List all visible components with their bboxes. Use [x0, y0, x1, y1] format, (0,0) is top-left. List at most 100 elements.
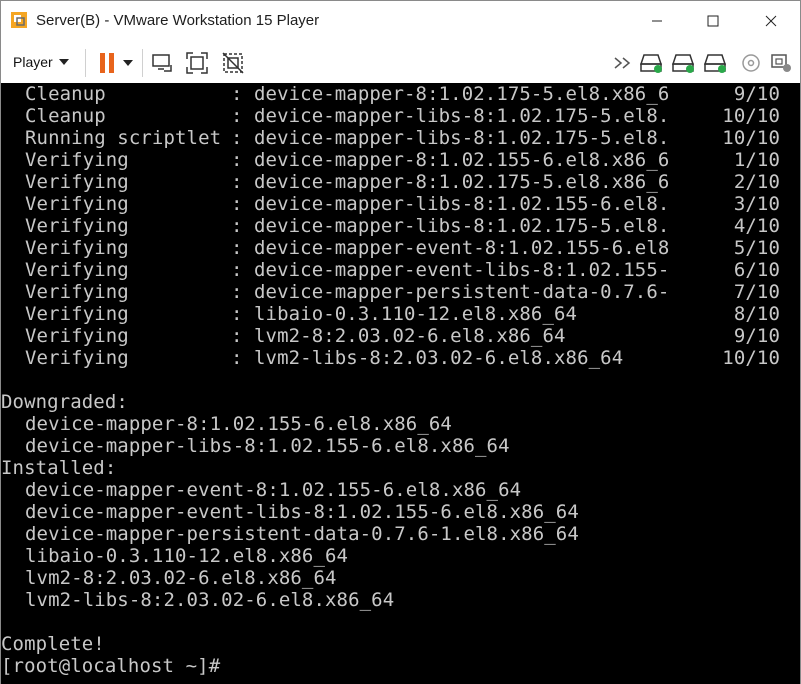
transaction-colon: : — [231, 325, 243, 347]
console-transaction-line: Verifying: lvm2-8:2.03.02-6.el8.x86_64 9/1… — [1, 325, 800, 347]
transaction-count: 6/10 — [733, 259, 780, 281]
transaction-count: 10/10 — [722, 105, 780, 127]
maximize-icon — [707, 15, 719, 27]
network-adapter-icon — [771, 54, 791, 72]
transaction-package: device-mapper-8:1.02.155-6.el8.x86_6 — [254, 149, 670, 171]
console-transaction-line: Cleanup: device-mapper-8:1.02.175-5.el8.x… — [1, 83, 800, 105]
transaction-count: 10/10 — [722, 127, 780, 149]
console-transaction-line: Verifying: device-mapper-persistent-data-… — [1, 281, 800, 303]
hard-disk-2-button[interactable] — [671, 50, 697, 76]
transaction-action: Verifying — [25, 171, 129, 193]
vmware-player-window: Server(B) - VMware Workstation 15 Player… — [0, 0, 801, 684]
transaction-action: Verifying — [25, 281, 129, 303]
transaction-colon: : — [231, 347, 243, 369]
pause-dropdown-button[interactable] — [119, 50, 137, 76]
minimize-button[interactable] — [634, 1, 680, 41]
downgraded-package: device-mapper-libs-8:1.02.155-6.el8.x86_… — [25, 435, 510, 457]
pause-button[interactable] — [94, 50, 120, 76]
transaction-colon: : — [231, 105, 243, 127]
transaction-package: device-mapper-libs-8:1.02.155-6.el8. — [254, 193, 670, 215]
transaction-colon: : — [231, 303, 243, 325]
console-transaction-line: Verifying: device-mapper-8:1.02.155-6.el8… — [1, 149, 800, 171]
toolbar-divider — [142, 49, 143, 77]
unity-icon — [222, 52, 244, 74]
transaction-count: 4/10 — [733, 215, 780, 237]
console-transaction-line: Verifying: lvm2-libs-8:2.03.02-6.el8.x86_… — [1, 347, 800, 369]
more-devices-button[interactable] — [610, 50, 636, 76]
transaction-colon: : — [231, 171, 243, 193]
hard-disk-icon — [671, 54, 695, 73]
close-button[interactable] — [748, 1, 794, 41]
send-ctrl-alt-del-icon — [152, 54, 172, 72]
transaction-package: device-mapper-8:1.02.175-5.el8.x86_6 — [254, 83, 670, 105]
hard-disk-3-button[interactable] — [703, 50, 729, 76]
fit-guest-button[interactable] — [184, 50, 210, 76]
transaction-action: Verifying — [25, 325, 129, 347]
installed-package: device-mapper-event-libs-8:1.02.155-6.el… — [25, 501, 579, 523]
transaction-count: 8/10 — [733, 303, 780, 325]
console-transaction-line: Verifying: device-mapper-libs-8:1.02.175-… — [1, 215, 800, 237]
player-menu-button[interactable]: Player — [7, 50, 75, 74]
transaction-action: Verifying — [25, 347, 129, 369]
vm-console-screen[interactable]: Cleanup: device-mapper-8:1.02.175-5.el8.x… — [1, 83, 800, 684]
cd-dvd-button[interactable] — [738, 50, 764, 76]
transaction-count: 9/10 — [733, 325, 780, 347]
console-transaction-line: Cleanup: device-mapper-libs-8:1.02.175-5.… — [1, 105, 800, 127]
console-transaction-line: Verifying: device-mapper-event-libs-8:1.0… — [1, 259, 800, 281]
transaction-package: device-mapper-libs-8:1.02.175-5.el8. — [254, 105, 670, 127]
transaction-count: 5/10 — [733, 237, 780, 259]
transaction-colon: : — [231, 149, 243, 171]
vmware-player-icon — [10, 11, 28, 29]
transaction-colon: : — [231, 193, 243, 215]
transaction-count: 1/10 — [733, 149, 780, 171]
shell-prompt: [root@localhost ~]# — [1, 655, 221, 677]
chevron-down-icon — [58, 59, 69, 65]
transaction-count: 10/10 — [722, 347, 780, 369]
cd-dvd-icon — [742, 54, 760, 72]
transaction-action: Verifying — [25, 193, 129, 215]
transaction-action: Cleanup — [25, 83, 106, 105]
transaction-package: lvm2-libs-8:2.03.02-6.el8.x86_64 — [254, 347, 624, 369]
title-bar[interactable]: Server(B) - VMware Workstation 15 Player — [1, 1, 800, 41]
minimize-icon — [652, 20, 662, 22]
installed-package: device-mapper-persistent-data-0.7.6-1.el… — [25, 523, 579, 545]
hard-disk-1-button[interactable] — [639, 50, 665, 76]
fit-guest-icon — [186, 52, 208, 74]
transaction-package: device-mapper-libs-8:1.02.175-5.el8. — [254, 127, 670, 149]
installed-package: device-mapper-event-8:1.02.155-6.el8.x86… — [25, 479, 522, 501]
transaction-colon: : — [231, 83, 243, 105]
transaction-count: 7/10 — [733, 281, 780, 303]
complete-message: Complete! — [1, 633, 105, 655]
console-transaction-line: Verifying: libaio-0.3.110-12.el8.x86_64 8/… — [1, 303, 800, 325]
transaction-action: Verifying — [25, 215, 129, 237]
transaction-colon: : — [231, 281, 243, 303]
chevron-down-icon — [123, 60, 133, 66]
transaction-package: libaio-0.3.110-12.el8.x86_64 — [254, 303, 578, 325]
transaction-colon: : — [231, 215, 243, 237]
installed-header: Installed: — [1, 457, 117, 479]
toolbar: Player — [1, 41, 800, 83]
transaction-count: 3/10 — [733, 193, 780, 215]
toolbar-divider — [85, 49, 86, 77]
transaction-colon: : — [231, 237, 243, 259]
transaction-count: 2/10 — [733, 171, 780, 193]
unity-button[interactable] — [220, 50, 246, 76]
transaction-package: device-mapper-libs-8:1.02.175-5.el8. — [254, 215, 670, 237]
maximize-button[interactable] — [690, 1, 736, 41]
hard-disk-icon — [639, 54, 663, 73]
transaction-action: Verifying — [25, 149, 129, 171]
console-transaction-line: Running scriptlet: device-mapper-libs-8:1… — [1, 127, 800, 149]
transaction-count: 9/10 — [733, 83, 780, 105]
transaction-colon: : — [231, 127, 243, 149]
transaction-action: Running scriptlet — [25, 127, 222, 149]
installed-package: libaio-0.3.110-12.el8.x86_64 — [25, 545, 349, 567]
transaction-package: device-mapper-event-8:1.02.155-6.el8 — [254, 237, 670, 259]
transaction-action: Verifying — [25, 303, 129, 325]
double-chevron-icon — [614, 57, 631, 69]
transaction-package: device-mapper-persistent-data-0.7.6- — [254, 281, 670, 303]
transaction-action: Verifying — [25, 259, 129, 281]
network-adapter-button[interactable] — [769, 50, 795, 76]
send-ctrl-alt-del-button[interactable] — [149, 50, 175, 76]
console-transaction-line: Verifying: device-mapper-libs-8:1.02.155-… — [1, 193, 800, 215]
console-transaction-line: Verifying: device-mapper-event-8:1.02.155… — [1, 237, 800, 259]
